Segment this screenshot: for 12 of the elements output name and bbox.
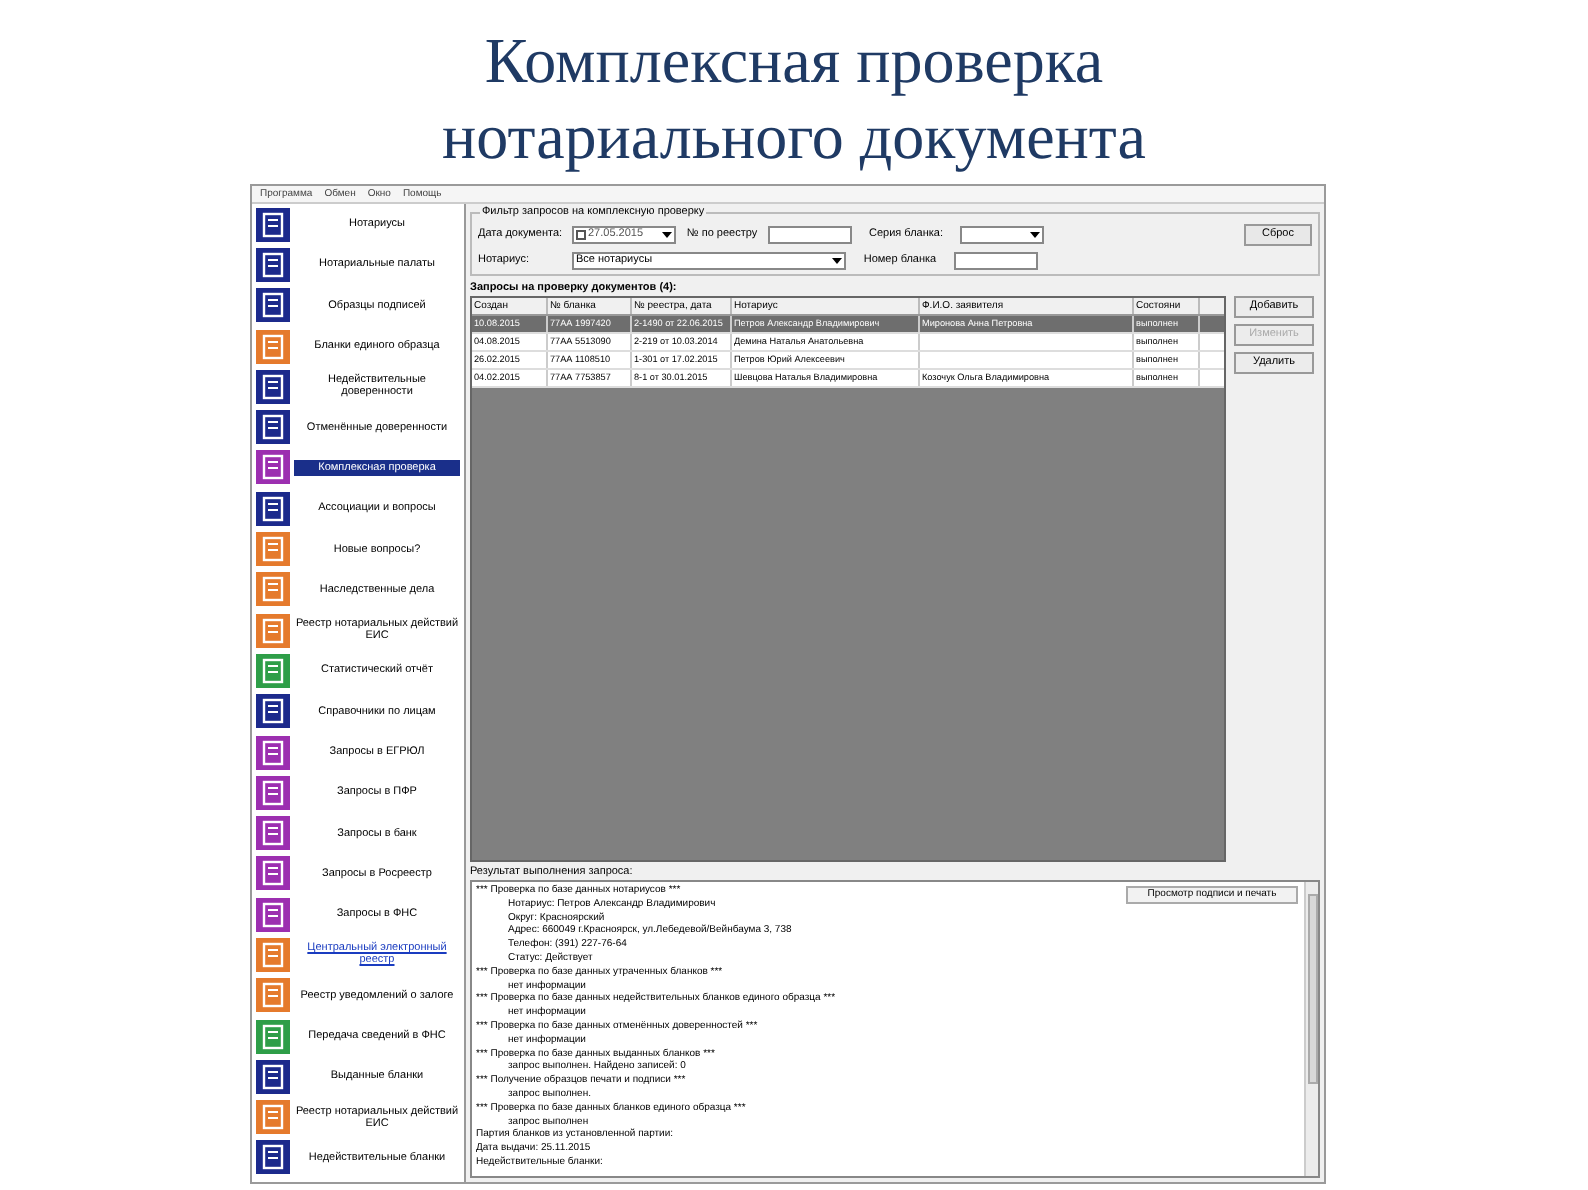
scrollbar-thumb[interactable]	[1307, 894, 1317, 1084]
dropdown-caret-icon	[832, 258, 842, 264]
number-field[interactable]	[954, 252, 1038, 270]
registry-field[interactable]	[768, 226, 852, 244]
series-dropdown[interactable]	[960, 226, 1044, 244]
slide-title: нотариального документа	[441, 98, 1146, 174]
checkbox[interactable]	[576, 230, 586, 240]
dropdown-caret-icon	[662, 232, 672, 238]
dropdown-caret-icon	[1030, 232, 1040, 238]
scrollbar[interactable]	[1304, 882, 1318, 1176]
slide-title: Комплексная проверка	[484, 22, 1104, 98]
result-text-area[interactable]	[470, 880, 1320, 1178]
